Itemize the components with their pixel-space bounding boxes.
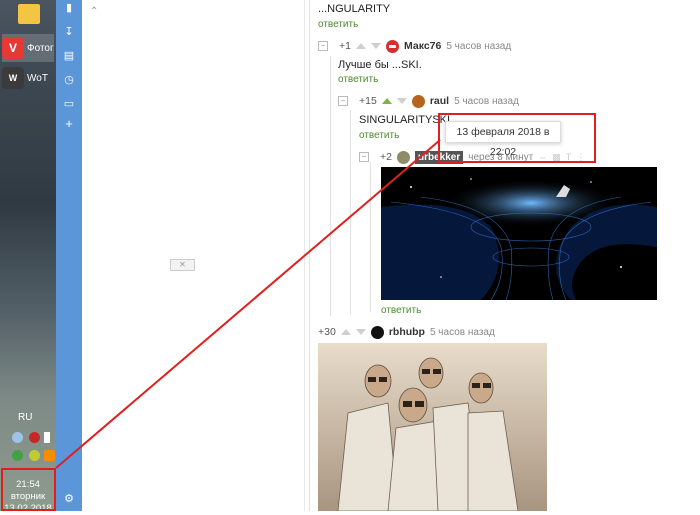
taskbar-app-label: Фотог: [27, 42, 54, 54]
thread-line: [350, 110, 351, 315]
upvote-icon[interactable]: [340, 329, 351, 335]
comment-header: +30 rbhubp 5 часов назад: [318, 325, 495, 339]
language-indicator[interactable]: RU: [18, 412, 32, 423]
reply-link[interactable]: ответить: [338, 74, 378, 85]
taskbar-app-label: WoT: [27, 72, 48, 84]
folder-icon[interactable]: [18, 4, 40, 24]
chevron-up-icon[interactable]: ⌃: [90, 6, 98, 17]
taskbar-app-vivaldi[interactable]: V Фотог: [2, 34, 54, 62]
downvote-icon[interactable]: [370, 43, 381, 49]
taskbar: V Фотог W WoT RU 21:54 вторник 13.02.201…: [0, 0, 56, 514]
collapse-icon[interactable]: −: [318, 41, 328, 51]
notes-icon[interactable]: ▤: [63, 50, 75, 62]
comment-time[interactable]: 5 часов назад: [454, 96, 519, 107]
comment-text: Лучше бы ...SKI.: [338, 59, 422, 71]
bookmark-icon[interactable]: ▮: [63, 2, 75, 14]
comment-time[interactable]: 5 часов назад: [446, 41, 511, 52]
collapse-icon[interactable]: −: [338, 96, 348, 106]
page-left-column: [82, 0, 305, 511]
wormhole-graphic: [381, 167, 657, 300]
highlight-box-clock: [1, 468, 56, 511]
avatar[interactable]: [411, 94, 425, 108]
reply-link[interactable]: ответить: [381, 305, 421, 316]
comment-username[interactable]: Макс76: [404, 40, 441, 52]
downvote-icon[interactable]: [355, 329, 366, 335]
taskbar-app-wot[interactable]: W WoT: [2, 64, 54, 92]
comment-rating: +2: [380, 151, 392, 163]
comment-username[interactable]: raul: [430, 95, 449, 107]
comment-image-wormhole[interactable]: [381, 167, 657, 300]
comment-rating: +30: [318, 326, 336, 338]
group-photo-graphic: [318, 343, 547, 511]
browser-side-panel: ▮ ↧ ▤ ◷ ▭ + ⚙: [56, 0, 82, 511]
wot-icon: W: [2, 67, 24, 89]
avatar[interactable]: [396, 150, 410, 164]
comment-text: ...NGULARITY: [318, 3, 391, 15]
tray-app-icon[interactable]: [29, 450, 40, 461]
tray-app-icon[interactable]: [12, 450, 23, 461]
highlight-box-tooltip: [438, 113, 596, 163]
comment-rating: +1: [339, 40, 351, 52]
collapse-icon[interactable]: −: [359, 152, 369, 162]
avatar[interactable]: [370, 325, 384, 339]
volume-icon[interactable]: [44, 432, 50, 443]
upvote-icon[interactable]: [355, 43, 366, 49]
thread-line: [309, 0, 310, 511]
comment-image-photo[interactable]: [318, 343, 547, 511]
history-icon[interactable]: ◷: [63, 74, 75, 86]
antivirus-icon[interactable]: [29, 432, 40, 443]
avatar[interactable]: [385, 39, 399, 53]
reply-link[interactable]: ответить: [359, 130, 399, 141]
close-small-button[interactable]: ✕: [170, 259, 195, 271]
page-icon[interactable]: ▭: [63, 98, 75, 110]
thread-line: [370, 162, 371, 312]
tray-app-icon[interactable]: [44, 450, 55, 461]
comment-header: − +1 Макс76 5 часов назад: [318, 39, 511, 53]
comment-time[interactable]: 5 часов назад: [430, 327, 495, 338]
settings-icon[interactable]: ⚙: [63, 493, 75, 505]
upvote-icon[interactable]: [381, 98, 392, 104]
reply-link[interactable]: ответить: [318, 19, 358, 30]
downvote-icon[interactable]: [396, 98, 407, 104]
download-icon[interactable]: ↧: [63, 26, 75, 38]
comment-rating: +15: [359, 95, 377, 107]
thread-line: [330, 56, 331, 316]
vivaldi-icon: V: [2, 37, 24, 59]
comment-username[interactable]: rbhubp: [389, 326, 425, 338]
comment-header: − +15 raul 5 часов назад: [338, 94, 519, 108]
add-icon[interactable]: +: [63, 117, 75, 130]
network-icon[interactable]: [12, 432, 23, 443]
